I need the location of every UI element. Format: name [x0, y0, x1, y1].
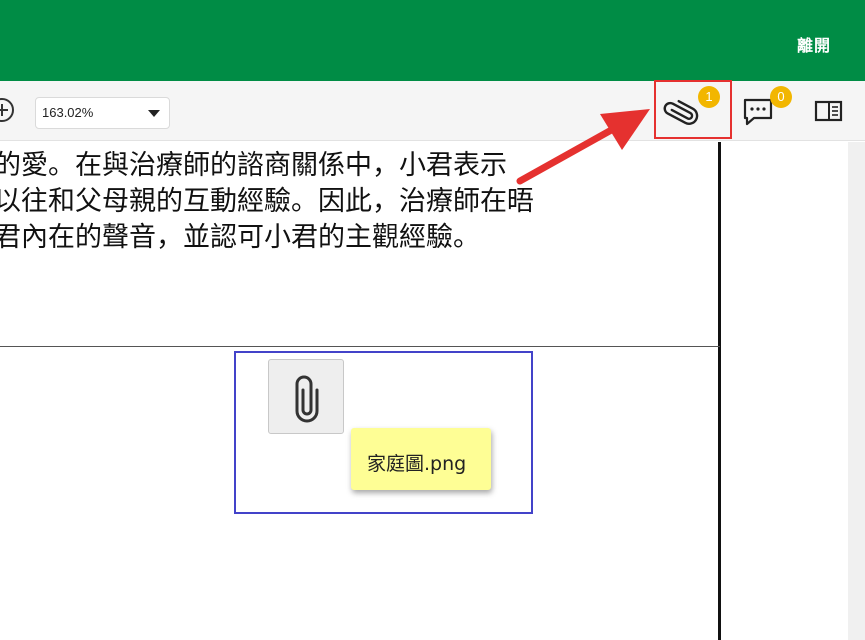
comments-count-badge: 0 [770, 86, 792, 108]
sidebar-toggle-icon [814, 100, 843, 122]
comments-button[interactable]: 0 [734, 81, 792, 141]
app-header: 離開 [0, 0, 865, 81]
zoom-select[interactable]: 163.02% [35, 97, 170, 129]
pdf-toolbar: 163.02% 1 0 [0, 81, 865, 141]
attachment-file-name: 家庭圖.png [367, 453, 467, 475]
text-line: 以往和父母親的互動經驗。因此，治療師在晤 [0, 186, 534, 217]
sidebar-toggle-button[interactable] [804, 81, 854, 141]
zoom-in-icon[interactable] [0, 98, 14, 122]
text-line: 的愛。在與治療師的諮商關係中，小君表示 [0, 150, 507, 181]
scrollbar[interactable] [848, 142, 865, 640]
attachments-button[interactable]: 1 [657, 81, 720, 141]
document-text: 的愛。在與治療師的諮商關係中，小君表示 以往和父母親的互動經驗。因此，治療師在晤… [0, 148, 534, 256]
leave-button[interactable]: 離開 [797, 32, 831, 56]
attachment-annotation-icon[interactable] [268, 359, 344, 434]
side-panel [721, 142, 865, 640]
page-divider [0, 346, 720, 347]
attachments-count-badge: 1 [698, 86, 720, 108]
paperclip-icon [295, 375, 319, 423]
attachment-file-tooltip[interactable]: 家庭圖.png [351, 428, 491, 490]
text-line: 君內在的聲音，並認可小君的主觀經驗。 [0, 222, 480, 253]
chevron-down-icon [148, 110, 160, 117]
zoom-value: 163.02% [42, 105, 94, 120]
